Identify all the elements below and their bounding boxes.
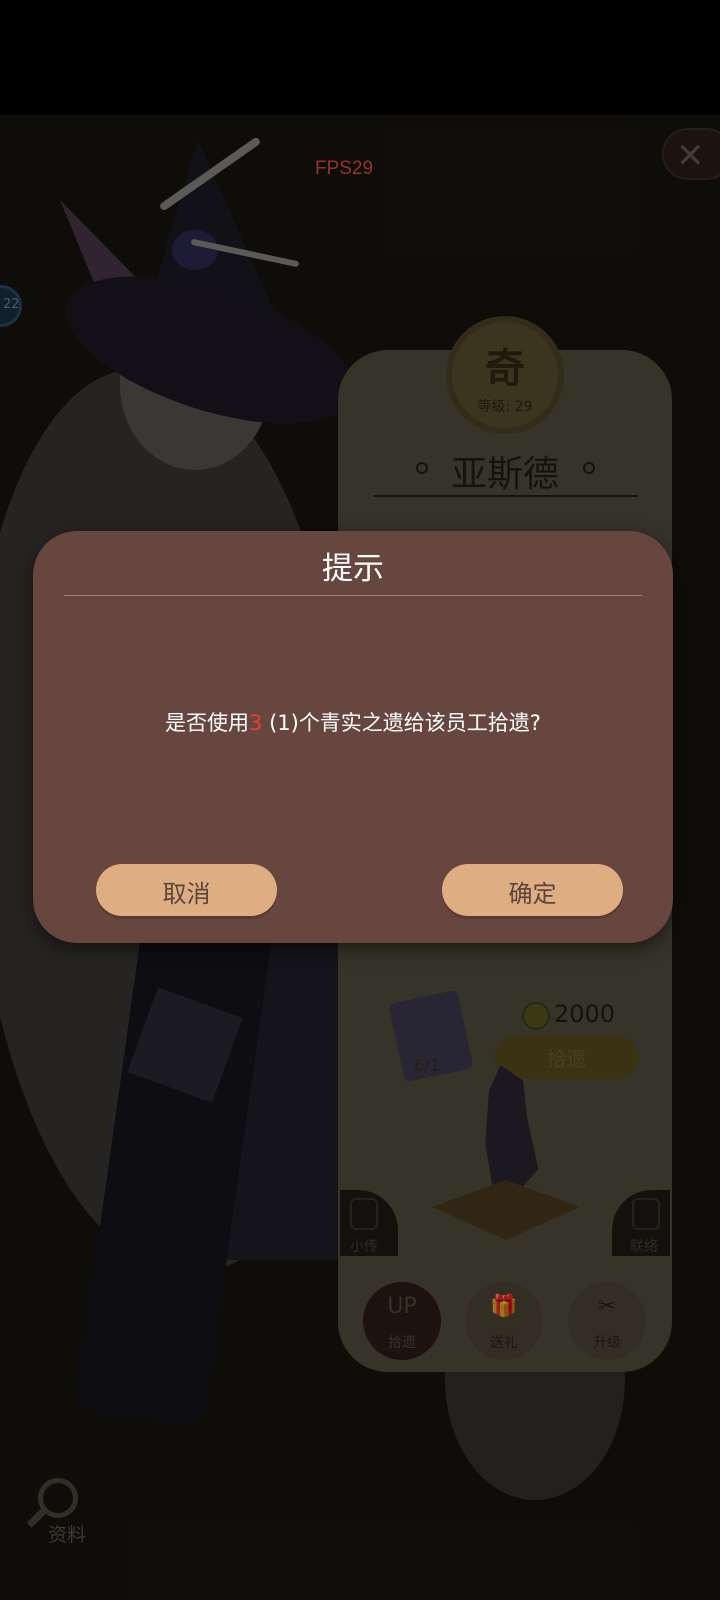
confirm-button-label: 确定 [508, 880, 557, 908]
confirm-button[interactable]: 确定 [442, 864, 623, 916]
dialog-divider [64, 595, 642, 596]
cancel-button-label: 取消 [162, 880, 211, 908]
dialog-message: 是否使用3 (1)个青实之遗给该员工拾遗? [33, 707, 673, 737]
status-bar [0, 0, 720, 115]
dialog-message-prefix: 是否使用 [165, 711, 250, 735]
dialog-message-suffix: (1)个青实之遗给该员工拾遗? [262, 711, 541, 735]
dialog-message-count: 3 [249, 711, 263, 735]
dialog-title: 提示 [322, 551, 384, 587]
confirm-dialog: 提示 是否使用3 (1)个青实之遗给该员工拾遗? 取消 确定 [33, 531, 673, 943]
cancel-button[interactable]: 取消 [96, 864, 277, 916]
